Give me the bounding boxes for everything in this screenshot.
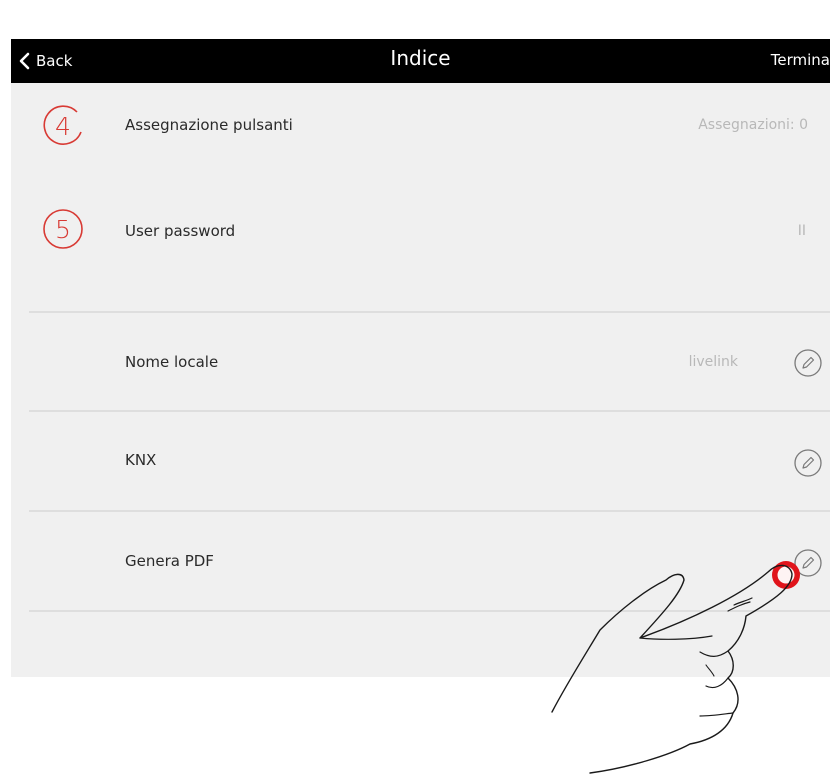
step-badge: 5 [41,207,85,251]
navigation-bar: Back Indice Termina [11,39,830,83]
step-number: 4 [55,111,71,141]
page-title: Indice [390,46,451,70]
tap-hand-illustration [551,561,800,774]
edit-knx-button[interactable] [793,448,823,478]
step-label: Assegnazione pulsanti [125,116,293,134]
pencil-icon [794,349,822,377]
step-value: Assegnazioni: 0 [698,117,808,133]
setting-label: Nome locale [125,353,219,371]
chevron-left-icon [19,52,30,70]
step-number: 5 [55,214,71,244]
step-value: II [797,223,806,239]
setting-row-room-name[interactable]: Nome locale livelink [11,313,830,411]
pencil-icon [794,449,822,477]
done-button[interactable]: Termina [771,51,830,69]
back-label: Back [36,52,73,70]
setting-label: Genera PDF [125,552,214,570]
edit-room-name-button[interactable] [793,348,823,378]
step-label: User password [125,222,236,240]
step-row-button-assignment[interactable]: 4 Assegnazione pulsanti Assegnazioni: 0 [11,83,830,163]
setting-label: KNX [125,451,157,469]
back-button[interactable]: Back [19,50,72,72]
setting-row-knx[interactable]: KNX [11,412,830,510]
step-row-user-password[interactable]: 5 User password II [11,185,830,275]
step-badge: 4 [41,104,85,148]
setting-value: livelink [688,354,738,370]
